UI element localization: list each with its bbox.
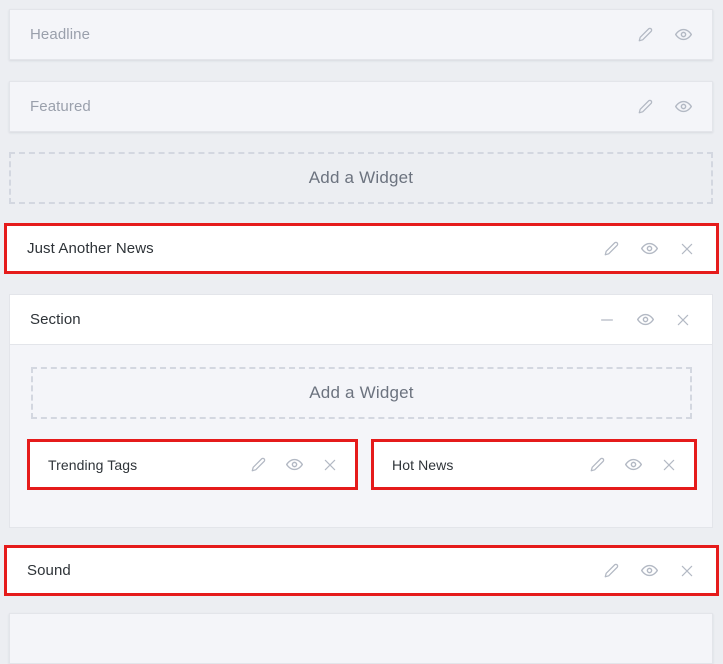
pencil-icon[interactable] [247,454,269,476]
section-actions [596,309,694,331]
minus-icon[interactable] [596,309,618,331]
section-card-header[interactable]: Section [9,294,713,345]
widget-card-trending-tags[interactable]: Trending Tags [27,439,358,490]
widget-title-trending-tags: Trending Tags [48,457,137,473]
eye-icon[interactable] [634,309,656,331]
add-widget-label: Add a Widget [309,168,413,188]
close-icon[interactable] [319,454,341,476]
widget-actions [247,454,341,476]
widget-card-hot-news[interactable]: Hot News [371,439,697,490]
close-icon[interactable] [676,560,698,582]
widget-title-sound: Sound [27,562,71,579]
widget-title-featured: Featured [30,98,91,115]
close-icon[interactable] [672,309,694,331]
add-widget-dropzone-top[interactable]: Add a Widget [9,152,713,204]
pencil-icon[interactable] [634,24,656,46]
eye-icon[interactable] [283,454,305,476]
add-widget-dropzone-section[interactable]: Add a Widget [31,367,692,419]
widget-card-just-another-news[interactable]: Just Another News [4,223,719,274]
widget-builder-canvas: Headline Featured [0,0,723,620]
widget-card-featured[interactable]: Featured [9,81,713,132]
widget-row: Just Another News [7,226,716,271]
widget-actions [586,454,680,476]
eye-icon[interactable] [622,454,644,476]
widget-actions [634,24,694,46]
close-icon[interactable] [676,238,698,260]
pencil-icon[interactable] [586,454,608,476]
widget-card-headline[interactable]: Headline [9,9,713,60]
eye-icon[interactable] [638,560,660,582]
add-widget-label: Add a Widget [309,383,413,403]
widget-title-headline: Headline [30,26,90,43]
eye-icon[interactable] [638,238,660,260]
widget-row: Sound [7,548,716,593]
pencil-icon[interactable] [600,238,622,260]
close-icon[interactable] [658,454,680,476]
widget-row: Featured [10,82,712,131]
widget-actions [634,96,694,118]
widget-row: Hot News [374,442,694,487]
section-row: Section [10,295,712,344]
widget-card-next-partial[interactable] [9,613,713,664]
widget-title-hot-news: Hot News [392,457,453,473]
eye-icon[interactable] [672,96,694,118]
widget-row: Headline [10,10,712,59]
pencil-icon[interactable] [634,96,656,118]
widget-row: Trending Tags [30,442,355,487]
widget-actions [600,238,698,260]
widget-title-just-another-news: Just Another News [27,240,154,257]
widget-actions [600,560,698,582]
pencil-icon[interactable] [600,560,622,582]
eye-icon[interactable] [672,24,694,46]
section-title: Section [30,311,81,328]
widget-card-sound[interactable]: Sound [4,545,719,596]
